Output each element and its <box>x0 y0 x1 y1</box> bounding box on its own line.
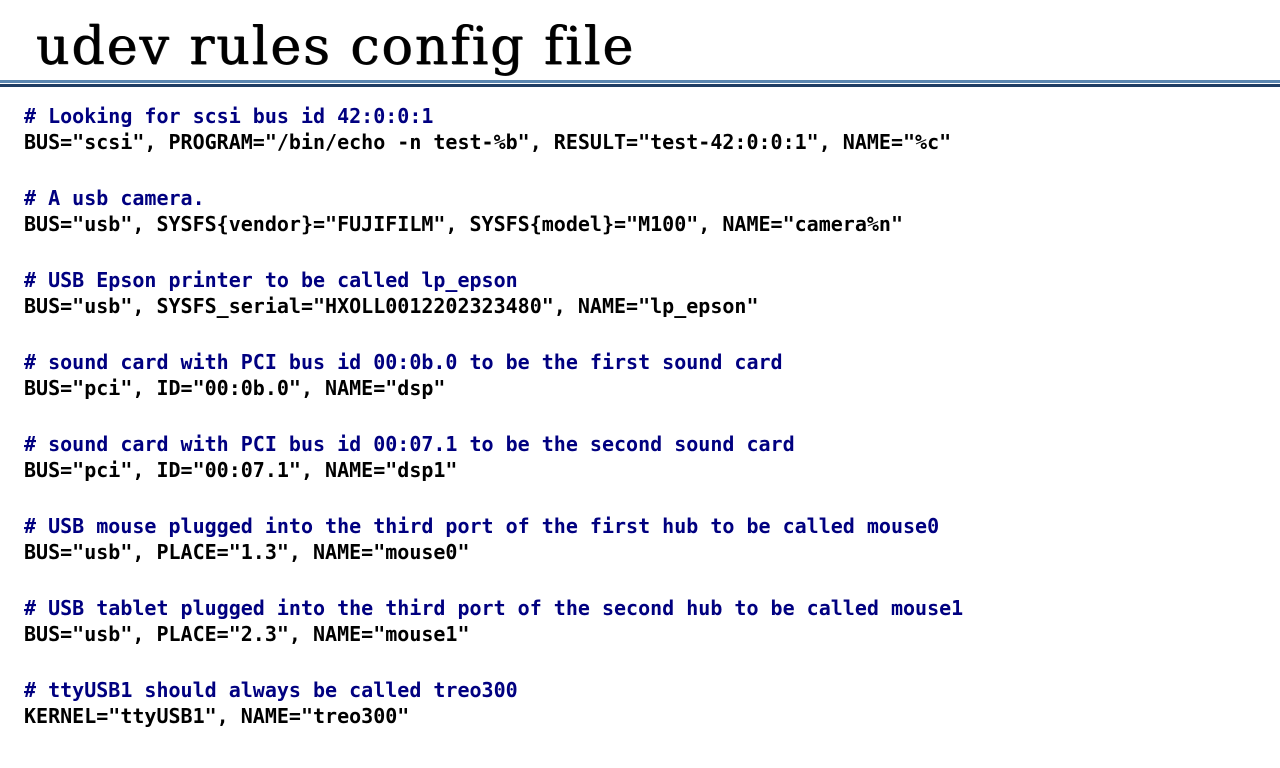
comment-line: # USB tablet plugged into the third port… <box>24 596 964 620</box>
comment-line: # A usb camera. <box>24 186 205 210</box>
rule-line: BUS="scsi", PROGRAM="/bin/echo -n test-%… <box>24 130 952 154</box>
title-divider <box>0 80 1280 87</box>
comment-line: # Looking for scsi bus id 42:0:0:1 <box>24 104 434 128</box>
comment-line: # sound card with PCI bus id 00:0b.0 to … <box>24 350 783 374</box>
rules-listing: # Looking for scsi bus id 42:0:0:1 BUS="… <box>24 103 1264 759</box>
comment-line: # ttyUSB1 should always be called treo30… <box>24 678 518 702</box>
rule-line: BUS="pci", ID="00:07.1", NAME="dsp1" <box>24 458 458 482</box>
comment-line: # sound card with PCI bus id 00:07.1 to … <box>24 432 795 456</box>
rule-line: BUS="usb", SYSFS_serial="HXOLL0012202323… <box>24 294 759 318</box>
rule-block-epson-printer: # USB Epson printer to be called lp_epso… <box>24 267 1264 319</box>
slide: udev rules config file # Looking for scs… <box>0 0 1280 768</box>
comment-line: # USB mouse plugged into the third port … <box>24 514 940 538</box>
rule-block-usb-camera: # A usb camera. BUS="usb", SYSFS{vendor}… <box>24 185 1264 237</box>
rule-block-scsi: # Looking for scsi bus id 42:0:0:1 BUS="… <box>24 103 1264 155</box>
rule-line: BUS="usb", PLACE="1.3", NAME="mouse0" <box>24 540 470 564</box>
rule-line: BUS="pci", ID="00:0b.0", NAME="dsp" <box>24 376 446 400</box>
rule-line: BUS="usb", PLACE="2.3", NAME="mouse1" <box>24 622 470 646</box>
rule-block-first-sound-card: # sound card with PCI bus id 00:0b.0 to … <box>24 349 1264 401</box>
rule-line: BUS="usb", SYSFS{vendor}="FUJIFILM", SYS… <box>24 212 903 236</box>
comment-line: # USB Epson printer to be called lp_epso… <box>24 268 518 292</box>
rule-block-usb-tablet: # USB tablet plugged into the third port… <box>24 595 1264 647</box>
rule-block-second-sound-card: # sound card with PCI bus id 00:07.1 to … <box>24 431 1264 483</box>
rule-line: KERNEL="ttyUSB1", NAME="treo300" <box>24 704 410 728</box>
page-title: udev rules config file <box>36 17 636 77</box>
rule-block-usb-mouse: # USB mouse plugged into the third port … <box>24 513 1264 565</box>
rule-block-ttyusb1: # ttyUSB1 should always be called treo30… <box>24 677 1264 729</box>
